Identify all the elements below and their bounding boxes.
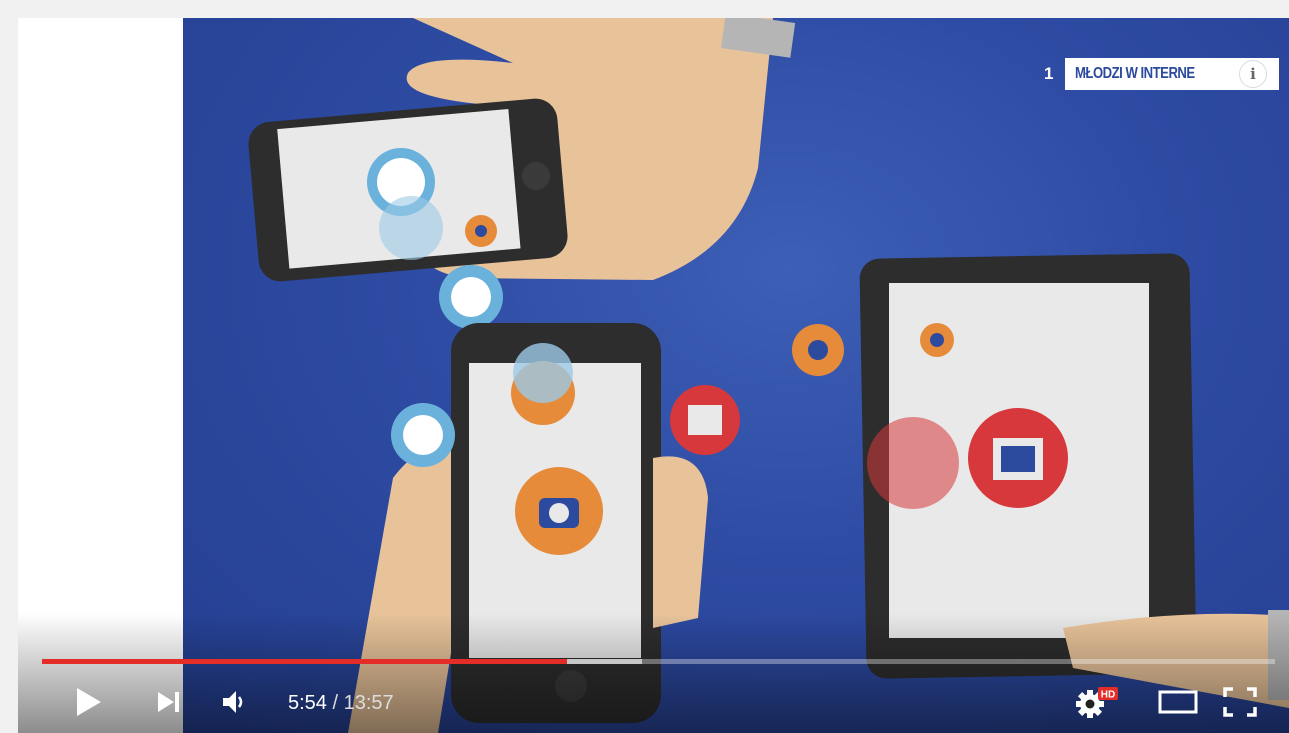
volume-icon bbox=[223, 691, 243, 713]
info-icon[interactable]: i bbox=[1239, 60, 1267, 88]
hd-badge: HD bbox=[1101, 690, 1115, 701]
volume-button[interactable] bbox=[216, 684, 252, 720]
tablet-illustration bbox=[859, 253, 1289, 708]
fullscreen-icon bbox=[1223, 687, 1257, 717]
progress-played bbox=[42, 659, 567, 664]
player-controls: 5:54 / 13:57 HD bbox=[18, 678, 1289, 728]
theater-mode-button[interactable] bbox=[1155, 684, 1201, 720]
next-icon bbox=[158, 692, 179, 712]
gear-icon: HD bbox=[1076, 687, 1118, 718]
fullscreen-button[interactable] bbox=[1218, 684, 1262, 720]
duration: 13:57 bbox=[343, 692, 394, 714]
play-icon bbox=[77, 688, 101, 716]
overlay-title-box: MŁODZI W INTERNE i bbox=[1065, 58, 1279, 90]
middle-phone-illustration bbox=[348, 323, 708, 733]
settings-button[interactable]: HD bbox=[1076, 684, 1120, 720]
next-button[interactable] bbox=[151, 684, 187, 720]
play-button[interactable] bbox=[68, 684, 108, 720]
time-display: 5:54 / 13:57 bbox=[288, 692, 394, 715]
time-separator: / bbox=[326, 692, 344, 714]
overlay-number: 1 bbox=[1044, 64, 1053, 83]
progress-bar[interactable] bbox=[42, 659, 1275, 664]
current-time: 5:54 bbox=[288, 692, 327, 714]
theater-mode-icon bbox=[1158, 690, 1198, 714]
video-player[interactable]: 1 MŁODZI W INTERNE i 5:54 / 13:57 HD bbox=[18, 18, 1289, 733]
video-frame[interactable]: 1 MŁODZI W INTERNE i bbox=[183, 18, 1289, 733]
video-scene bbox=[248, 18, 1289, 733]
top-phone-illustration bbox=[248, 98, 568, 282]
overlay-title: MŁODZI W INTERNE bbox=[1075, 65, 1195, 82]
video-title-overlay: 1 MŁODZI W INTERNE i bbox=[1044, 58, 1279, 90]
